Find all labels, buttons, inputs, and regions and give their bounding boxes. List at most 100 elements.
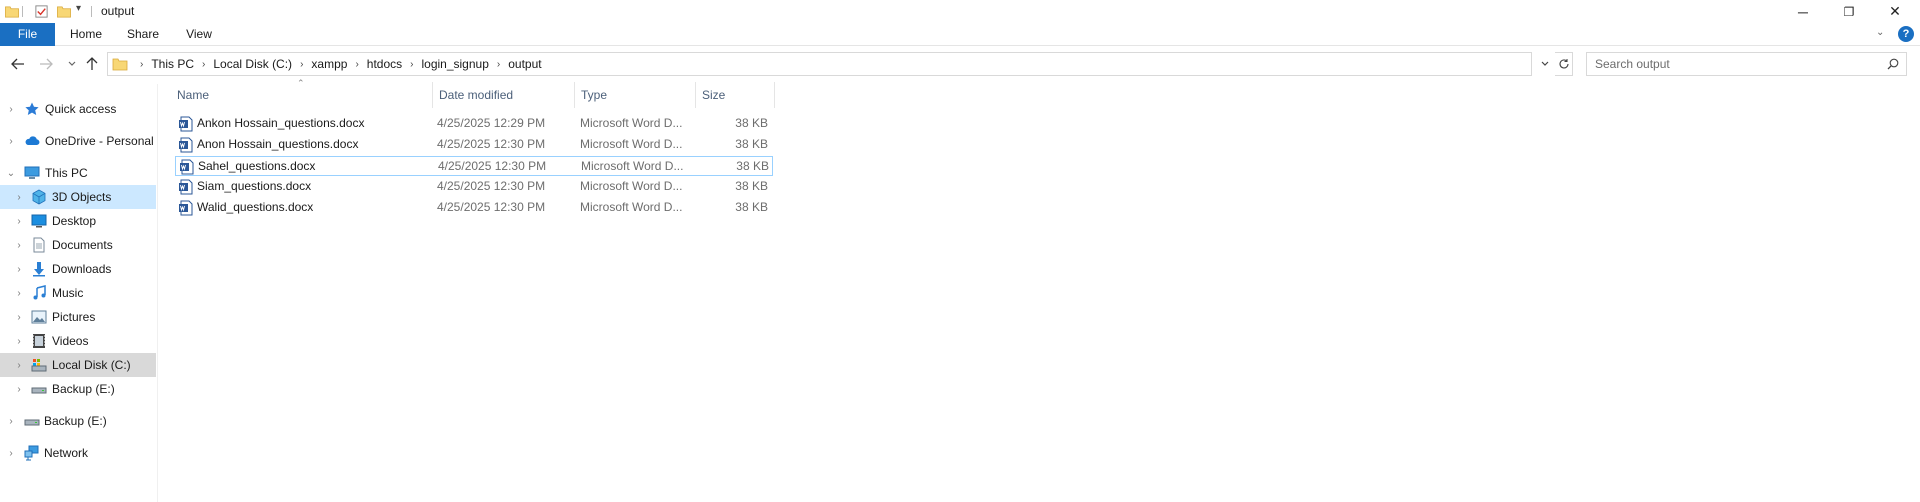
nav-label: Quick access — [45, 102, 117, 116]
file-row[interactable]: Anon Hossain_questions.docx 4/25/2025 12… — [175, 135, 773, 155]
chevron-right-icon[interactable]: › — [14, 336, 24, 347]
nav-backup-e[interactable]: › Backup (E:) — [0, 377, 156, 401]
nav-downloads[interactable]: › Downloads — [0, 257, 156, 281]
chevron-right-icon[interactable]: › — [14, 384, 24, 395]
back-button[interactable] — [8, 54, 28, 74]
customize-toolbar-icon[interactable]: ▾ — [76, 3, 81, 14]
breadcrumb-this-pc[interactable]: This PC — [151, 57, 194, 71]
word-document-icon — [179, 200, 193, 216]
chevron-right-icon[interactable]: › — [14, 264, 24, 275]
nav-label: Downloads — [52, 262, 112, 276]
file-size: 38 KB — [735, 179, 768, 193]
search-box — [1586, 52, 1907, 76]
chevron-right-icon[interactable]: › — [6, 136, 16, 147]
search-input[interactable] — [1587, 53, 1867, 75]
file-type: Microsoft Word D... — [580, 116, 683, 130]
properties-icon[interactable] — [34, 4, 49, 19]
nav-label: 3D Objects — [52, 190, 112, 204]
column-header-date-modified[interactable]: Date modified — [433, 82, 575, 108]
tab-share[interactable]: Share — [119, 23, 167, 46]
refresh-icon — [1558, 59, 1569, 69]
chevron-right-icon[interactable]: › — [14, 312, 24, 323]
chevron-right-icon[interactable]: › — [14, 360, 24, 371]
file-date-modified: 4/25/2025 12:29 PM — [437, 116, 546, 130]
chevron-right-icon[interactable]: › — [6, 104, 16, 115]
breadcrumb-output[interactable]: output — [508, 57, 541, 71]
file-size: 38 KB — [736, 159, 769, 173]
chevron-right-icon[interactable]: › — [202, 59, 205, 70]
chevron-down-icon[interactable]: ⌄ — [6, 168, 16, 179]
file-row[interactable]: Walid_questions.docx 4/25/2025 12:30 PM … — [175, 198, 773, 218]
chevron-right-icon[interactable]: › — [14, 192, 24, 203]
chevron-right-icon[interactable]: › — [14, 240, 24, 251]
file-size: 38 KB — [735, 200, 768, 214]
file-name: Anon Hossain_questions.docx — [197, 137, 359, 151]
file-row[interactable]: Sahel_questions.docx 4/25/2025 12:30 PM … — [175, 156, 773, 176]
close-button[interactable]: ✕ — [1872, 0, 1918, 23]
up-button[interactable] — [82, 54, 102, 74]
column-header-type[interactable]: Type — [575, 82, 696, 108]
nav-onedrive[interactable]: › OneDrive - Personal — [0, 129, 156, 153]
chevron-right-icon[interactable]: › — [14, 288, 24, 299]
tab-file[interactable]: File — [0, 23, 55, 46]
chevron-right-icon[interactable]: › — [410, 59, 413, 70]
breadcrumb-local-disk[interactable]: Local Disk (C:) — [213, 57, 292, 71]
nav-local-disk[interactable]: › Local Disk (C:) — [0, 353, 156, 377]
chevron-down-icon[interactable] — [1540, 59, 1550, 69]
nav-music[interactable]: › Music — [0, 281, 156, 305]
chevron-right-icon[interactable]: › — [6, 448, 16, 459]
breadcrumb-htdocs[interactable]: htdocs — [367, 57, 402, 71]
refresh-button[interactable] — [1555, 52, 1573, 76]
cube-icon — [32, 189, 46, 205]
chevron-right-icon[interactable]: › — [300, 59, 303, 70]
nav-backup-e-root[interactable]: › Backup (E:) — [0, 409, 156, 433]
nav-label: Backup (E:) — [52, 382, 115, 396]
nav-videos[interactable]: › Videos — [0, 329, 156, 353]
minimize-button[interactable]: ─ — [1780, 0, 1826, 23]
chevron-right-icon[interactable]: › — [355, 59, 358, 70]
nav-quick-access[interactable]: › Quick access — [0, 97, 156, 121]
nav-network[interactable]: › Network — [0, 441, 156, 465]
address-bar[interactable]: › This PC › Local Disk (C:) › xampp › ht… — [107, 52, 1549, 76]
file-size: 38 KB — [735, 116, 768, 130]
file-size: 38 KB — [735, 137, 768, 151]
drive-icon — [24, 419, 40, 426]
expand-ribbon-icon[interactable]: ⌄ — [1876, 27, 1884, 38]
column-header-name[interactable]: Name — [171, 82, 433, 108]
word-document-icon — [179, 116, 193, 132]
chevron-right-icon[interactable]: › — [6, 416, 16, 427]
help-icon[interactable]: ? — [1898, 26, 1914, 42]
nav-documents[interactable]: › Documents — [0, 233, 156, 257]
forward-button[interactable] — [36, 54, 56, 74]
file-row[interactable]: Ankon Hossain_questions.docx 4/25/2025 1… — [175, 114, 773, 134]
column-header-size[interactable]: Size — [696, 82, 775, 108]
chevron-right-icon[interactable]: › — [497, 59, 500, 70]
tab-view[interactable]: View — [175, 23, 223, 46]
breadcrumb-xampp[interactable]: xampp — [311, 57, 347, 71]
recent-locations-button[interactable] — [62, 54, 82, 74]
nav-this-pc[interactable]: ⌄ This PC — [0, 161, 156, 185]
document-icon — [33, 237, 45, 253]
file-type: Microsoft Word D... — [581, 159, 684, 173]
file-row[interactable]: Siam_questions.docx 4/25/2025 12:30 PM M… — [175, 177, 773, 197]
title-bar: ▾ output ─ ❐ ✕ — [0, 0, 1920, 23]
network-icon — [24, 445, 39, 461]
nav-3d-objects[interactable]: › 3D Objects — [0, 185, 156, 209]
breadcrumb-login-signup[interactable]: login_signup — [421, 57, 488, 71]
word-document-icon — [180, 159, 194, 175]
tab-home[interactable]: Home — [62, 23, 110, 46]
up-arrow-icon — [86, 57, 98, 70]
download-icon — [33, 262, 45, 277]
new-folder-icon[interactable] — [56, 4, 72, 19]
search-icon[interactable] — [1887, 58, 1899, 70]
disk-icon — [31, 359, 47, 372]
restore-button[interactable]: ❐ — [1826, 0, 1872, 23]
nav-label: Desktop — [52, 214, 97, 228]
chevron-right-icon[interactable]: › — [14, 216, 24, 227]
nav-pictures[interactable]: › Pictures — [0, 305, 156, 329]
nav-label: This PC — [45, 166, 88, 180]
nav-desktop[interactable]: › Desktop — [0, 209, 156, 233]
chevron-right-icon[interactable]: › — [140, 59, 143, 70]
divider — [22, 6, 23, 17]
ribbon: File Home Share View ⌄ ? — [0, 23, 1920, 46]
